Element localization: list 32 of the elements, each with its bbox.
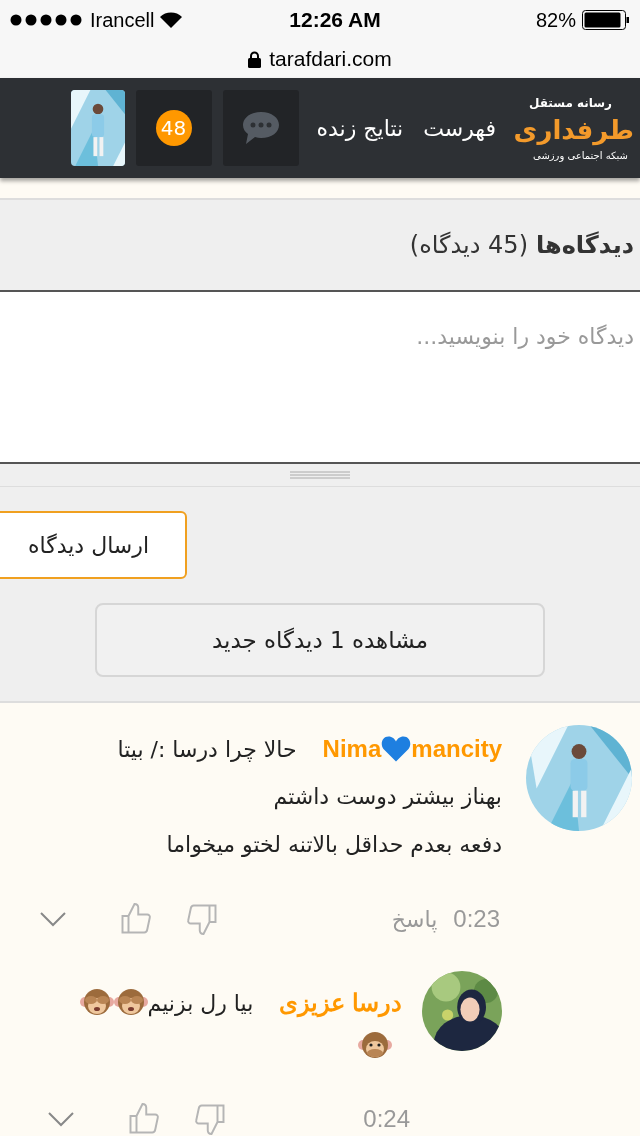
url-bar[interactable]: tarafdari.com (0, 40, 640, 78)
chevron-down-icon[interactable] (46, 1110, 76, 1128)
nav-link[interactable]: فهرست (423, 111, 496, 145)
comment-text: حالا چرا درسا :/ بیتا (117, 735, 297, 764)
comments-count: (45 دیدگاه) (409, 230, 528, 261)
notification-badge: 48 (155, 110, 192, 146)
battery-icon (582, 10, 630, 30)
battery-percentage: 82% (535, 8, 576, 33)
speech-bubble-icon (240, 110, 281, 146)
comment-input[interactable]: دیدگاه خود را بنویسید... (0, 290, 640, 464)
comment-text: بهناز بیشتر دوست داشتم (273, 783, 502, 812)
comment-time: 0:23 (453, 904, 500, 934)
logo-subtitle: شبکه اجتماعی ورزشی (533, 148, 628, 163)
url-text: tarafdari.com (269, 46, 392, 73)
site-logo[interactable]: طرفداری (513, 111, 634, 148)
lock-icon (248, 50, 262, 68)
carrier-name: Irancell (90, 8, 155, 33)
new-comments-button[interactable]: مشاهده 1 دیدگاه جدید (95, 603, 545, 677)
logo-tagline: رسانه مستقل (528, 94, 612, 112)
nav-link[interactable]: نتایج زنده (316, 111, 404, 145)
signal-icon (10, 14, 84, 26)
comments-title: دیدگاه‌ها (536, 230, 634, 261)
comment-text: دفعه بعدم حداقل بالاتنه لختو میخواما (166, 831, 502, 859)
chat-button[interactable] (222, 90, 299, 166)
heart-icon (381, 735, 412, 763)
comment-time: 0:24 (363, 1104, 410, 1134)
comment-text: بیا رل بزنیم (147, 989, 254, 1019)
chevron-down-icon[interactable] (38, 910, 68, 928)
clock-time: 12:26 AM (288, 7, 382, 34)
resize-handle-icon[interactable] (290, 470, 350, 480)
submit-comment-button[interactable]: ارسال دیدگاه (0, 511, 187, 579)
wifi-icon (160, 12, 183, 28)
